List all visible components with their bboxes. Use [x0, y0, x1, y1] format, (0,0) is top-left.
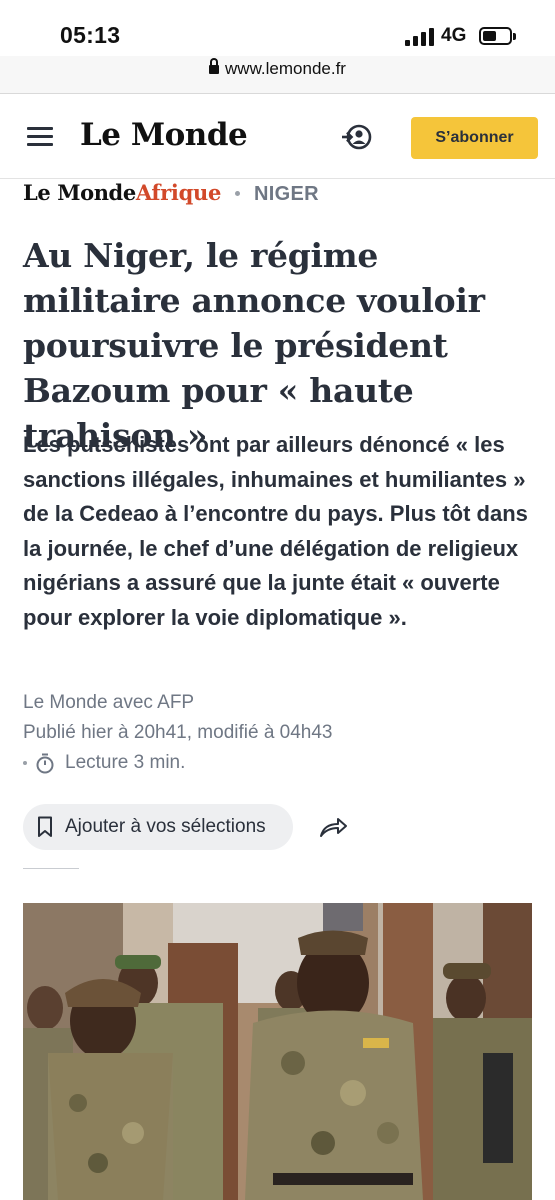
signal-strength-icon — [405, 28, 435, 46]
status-bar: 05:13 4G — [0, 0, 555, 56]
separator-dot — [235, 191, 241, 196]
site-header: Le Monde S’abonner — [0, 95, 555, 179]
lock-icon — [209, 58, 220, 74]
separator-dot — [23, 761, 27, 765]
network-type: 4G — [441, 25, 467, 46]
article-title: Au Niger, le régime militaire annonce vo… — [23, 236, 485, 455]
browser-url-bar[interactable]: www.lemonde.fr — [0, 56, 555, 94]
article-photo — [23, 903, 532, 1200]
subscribe-button[interactable]: S’abonner — [411, 117, 538, 159]
url-text: www.lemonde.fr — [225, 59, 346, 78]
section-kicker: Le MondeAfrique NIGER — [23, 180, 319, 210]
add-to-selections-button[interactable]: Ajouter à vos sélections — [23, 804, 293, 850]
bookmark-icon — [38, 816, 52, 837]
reading-time: Lecture 3 min. — [65, 752, 186, 773]
article-meta: Le Monde avec AFP Publié hier à 20h41, m… — [23, 688, 333, 778]
article-author: Le Monde avec AFP — [23, 692, 195, 713]
hamburger-menu-icon[interactable] — [27, 127, 53, 147]
rubric-link[interactable]: NIGER — [254, 183, 319, 205]
status-time: 05:13 — [60, 22, 121, 48]
add-to-selections-label: Ajouter à vos sélections — [65, 816, 266, 837]
article-published: Publié hier à 20h41, modifié à 04h43 — [23, 722, 333, 743]
site-logo[interactable]: Le Monde — [80, 117, 248, 153]
share-arrow-icon[interactable] — [318, 814, 348, 840]
divider — [23, 868, 79, 869]
battery-icon — [479, 27, 516, 45]
section-brand-suffix[interactable]: Afrique — [136, 180, 222, 205]
stopwatch-icon — [36, 753, 54, 774]
user-account-icon[interactable] — [341, 123, 373, 151]
article-lede: Les putschistes ont par ailleurs dénoncé… — [23, 432, 528, 630]
section-brand[interactable]: Le Monde — [23, 180, 136, 205]
